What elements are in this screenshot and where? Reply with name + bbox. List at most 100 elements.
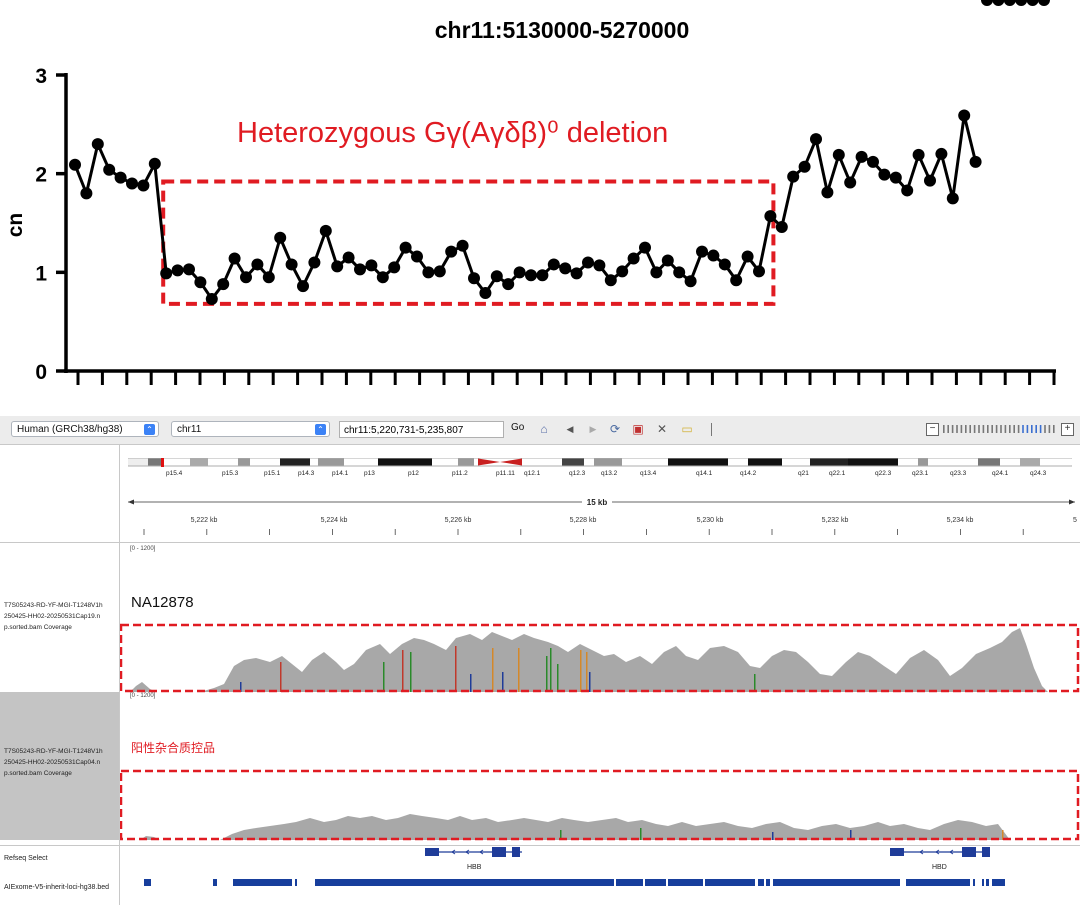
ideogram-band [1020, 458, 1040, 466]
cn-point [775, 220, 788, 233]
gene-exon [982, 847, 990, 857]
cn-point [114, 171, 127, 184]
cn-point [308, 256, 321, 269]
y-tick-label: 3 [35, 65, 47, 88]
cn-point [490, 270, 503, 283]
cn-point [1026, 0, 1039, 6]
cn-point [1038, 0, 1050, 6]
cn-point [228, 252, 241, 265]
cn-point [69, 158, 81, 171]
sample-label: NA12878 [131, 594, 194, 611]
ruler-tick-label: 5,228 kb [570, 517, 597, 524]
forward-icon[interactable]: ▶ [585, 421, 601, 437]
zoom-tick [1031, 425, 1033, 433]
ideogram-band [458, 458, 474, 466]
bed-region [773, 879, 900, 886]
ideogram-band [810, 458, 848, 466]
band-label: q14.1 [696, 470, 713, 477]
variant-allele-bar [550, 648, 552, 692]
zoom-tick [947, 425, 949, 433]
bed-region [315, 879, 614, 886]
ideogram-band [432, 458, 458, 466]
ideogram-band [280, 458, 310, 466]
back-icon[interactable]: ◀ [562, 421, 578, 437]
track-name[interactable]: T7S05243-RD-YF-MGI-T1248V1h 250425-HH02-… [4, 600, 122, 633]
zoom-tick [943, 425, 945, 433]
bed-region [144, 879, 151, 886]
cn-point [148, 157, 161, 170]
band-label: p13 [364, 470, 375, 477]
bed-region [982, 879, 984, 886]
y-axis: 0 1 2 3 [35, 65, 68, 384]
zoom-tick [951, 425, 954, 433]
ideogram-band [128, 458, 148, 466]
span-arrow-left [128, 499, 134, 505]
cn-point [639, 241, 651, 254]
variant-allele-bar [772, 832, 774, 840]
cn-point [559, 262, 572, 275]
zoom-tick [1022, 425, 1024, 433]
cn-point [251, 258, 264, 271]
variant-allele-bar [580, 650, 582, 692]
cn-point [319, 224, 332, 237]
cn-point [901, 184, 914, 197]
go-button[interactable]: Go [511, 422, 524, 433]
chromosome-select[interactable]: chr11 ⌃ [171, 421, 330, 437]
cn-point [810, 133, 822, 146]
band-label: p14.3 [298, 470, 315, 477]
close-icon[interactable]: ✕ [654, 421, 670, 437]
track-name-line: p.sorted.bam Coverage [4, 624, 72, 631]
chart-title: chr11:5130000-5270000 [435, 17, 690, 43]
ruler-tick-label: 5,232 kb [822, 517, 849, 524]
cn-point [547, 258, 560, 271]
cn-point [627, 252, 640, 265]
track-name[interactable]: T7S05243-RD-YF-MGI-T1248V1h 250425-HH02-… [4, 746, 122, 779]
cn-point [126, 177, 138, 190]
variant-allele-bar [754, 674, 756, 692]
span-arrow-right [1069, 499, 1075, 505]
band-label: p11.11 [496, 470, 515, 477]
deletion-highlight-box [161, 179, 776, 306]
bed-region-track [144, 879, 1005, 886]
bed-region [233, 879, 292, 886]
cn-point [582, 256, 594, 269]
coverage-area [140, 814, 1010, 840]
bed-region [758, 879, 764, 886]
coverage-track [120, 623, 1080, 693]
variant-allele-bar [492, 648, 494, 692]
cn-point [422, 266, 435, 279]
cn-point [753, 265, 765, 278]
cn-line-chart: chr11:5130000-5270000 cn 0 1 2 3 Heterozygo… [4, 0, 1056, 385]
zoom-out-icon[interactable]: − [926, 423, 939, 436]
cn-point [1003, 0, 1016, 6]
popup-icon[interactable]: ▭ [679, 421, 695, 437]
ideogram-band [728, 458, 748, 466]
track-name-line: T7S05243-RD-YF-MGI-T1248V1h [4, 748, 103, 755]
cn-point [468, 272, 480, 285]
gene-exon [512, 847, 520, 857]
cn-point [946, 192, 959, 205]
ideogram-band [918, 458, 928, 466]
band-label: q12.3 [569, 470, 586, 477]
chromosome-ideogram: p15.4 p15.3 p15.1 p14.3 p14.1 p13 p12 p11.2 p11.… [128, 458, 1072, 477]
data-range-label: [0 - 1200] [130, 546, 156, 552]
cn-point [924, 174, 936, 187]
home-icon[interactable]: ⌂ [536, 421, 552, 437]
refresh-icon[interactable]: ⟳ [607, 421, 623, 437]
roi-icon[interactable]: ▣ [630, 421, 646, 437]
zoom-slider[interactable] [941, 424, 1059, 434]
gene-exon [890, 848, 904, 856]
band-label: q14.2 [740, 470, 757, 477]
zoom-tick [987, 425, 989, 433]
genome-select[interactable]: Human (GRCh38/hg38) ⌃ [11, 421, 159, 437]
cn-point [160, 267, 173, 280]
bed-region [668, 879, 703, 886]
bed-region [906, 879, 970, 886]
y-axis-label: cn [4, 213, 27, 238]
zoom-in-icon[interactable]: + [1061, 423, 1074, 436]
cn-point [867, 155, 879, 168]
ideogram-band [622, 458, 668, 466]
locus-input[interactable]: chr11:5,220,731-5,235,807 [339, 421, 504, 438]
span-label: 15 kb [587, 498, 608, 507]
cn-point [433, 265, 446, 278]
